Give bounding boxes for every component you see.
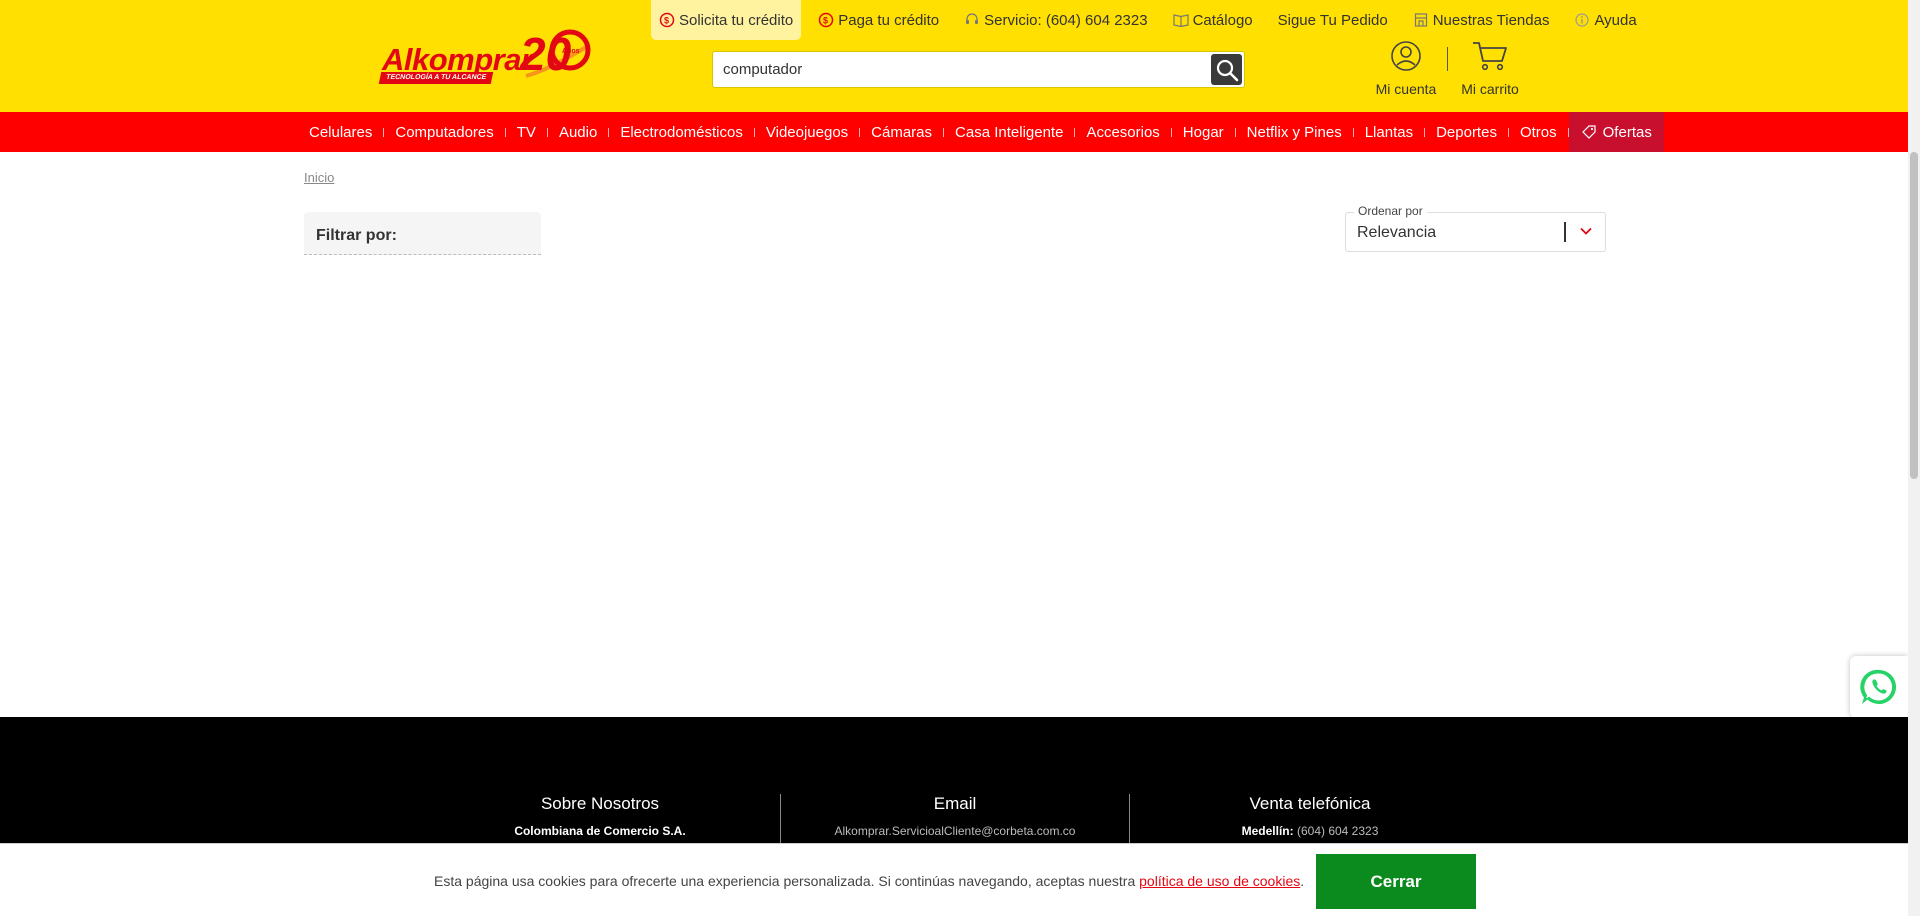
category-electrodomesticos[interactable]: Electrodomésticos [609, 112, 754, 152]
footer-email: Email Alkomprar.ServicioalCliente@corbet… [805, 794, 1105, 838]
alkomprar-logo[interactable]: Alkomprar TECNOLOGÍA A TU ALCANCE 20 Año… [378, 28, 594, 86]
footer-phone-title: Venta telefónica [1249, 794, 1371, 813]
search-input[interactable] [723, 52, 1193, 87]
cookie-suffix: . [1300, 873, 1305, 889]
category-ofertas[interactable]: Ofertas [1568, 112, 1664, 152]
tag-icon [1581, 125, 1596, 139]
category-label: Netflix y Pines [1246, 123, 1342, 141]
catalog-book-icon [1172, 12, 1189, 28]
whatsapp-button[interactable] [1850, 656, 1908, 718]
my-cart-label: Mi carrito [1461, 81, 1519, 97]
cart-icon [1473, 42, 1507, 71]
headset-icon [964, 12, 980, 28]
whatsapp-icon [1860, 669, 1897, 704]
search-icon [1216, 59, 1238, 81]
category-label: Audio [558, 123, 598, 141]
credit-coin-icon: $ [818, 12, 834, 28]
category-casa-inteligente[interactable]: Casa Inteligente [944, 112, 1074, 152]
filter-title: Filtrar por: [316, 227, 397, 244]
category-tv[interactable]: TV [506, 112, 547, 152]
category-label: TV [516, 123, 536, 141]
category-label: Computadores [395, 123, 494, 141]
site-header: Alkomprar TECNOLOGÍA A TU ALCANCE 20 Año… [0, 0, 1908, 112]
top-link-label: Servicio: (604) 604 2323 [984, 11, 1148, 29]
top-link-label: Solicita tu crédito [679, 11, 794, 29]
header-divider [1447, 47, 1448, 71]
svg-text:$: $ [664, 16, 669, 26]
footer-email-link[interactable]: Alkomprar.ServicioalCliente@corbeta.com.… [805, 824, 1105, 838]
my-cart-button[interactable]: Mi carrito [1456, 40, 1524, 97]
breadcrumb-home[interactable]: Inicio [304, 170, 334, 185]
category-accesorios[interactable]: Accesorios [1075, 112, 1170, 152]
category-label: Ofertas [1602, 123, 1652, 141]
cookie-banner: Esta página usa cookies para ofrecerte u… [0, 843, 1908, 916]
top-link-catalogo[interactable]: Catálogo [1165, 0, 1261, 40]
sort-divider [1564, 222, 1566, 242]
top-link-label: Ayuda [1594, 11, 1637, 29]
category-label: Llantas [1364, 123, 1414, 141]
top-link-nuestras-tiendas[interactable]: Nuestras Tiendas [1405, 0, 1558, 40]
top-links: $ Solicita tu crédito $ Paga tu crédito … [651, 0, 1654, 40]
category-llantas[interactable]: Llantas [1354, 112, 1424, 152]
category-netflix-y-pines[interactable]: Netflix y Pines [1236, 112, 1353, 152]
category-label: Hogar [1182, 123, 1224, 141]
top-link-label: Paga tu crédito [838, 11, 940, 29]
category-nav: Celulares Computadores TV Audio Electrod… [0, 112, 1908, 152]
my-account-button[interactable]: Mi cuenta [1372, 40, 1440, 97]
category-label: Cámaras [871, 123, 933, 141]
footer-phone-city: Medellín: [1241, 824, 1294, 838]
search-button[interactable] [1211, 54, 1242, 85]
help-icon [1574, 12, 1590, 28]
logo-tagline: TECNOLOGÍA A TU ALCANCE [378, 72, 494, 84]
category-list: Celulares Computadores TV Audio Electrod… [298, 112, 1664, 152]
top-link-paga-credito[interactable]: $ Paga tu crédito [810, 0, 947, 40]
footer-phone-number[interactable]: (604) 604 2323 [1297, 824, 1378, 838]
chevron-down-icon [1580, 227, 1592, 235]
svg-text:$: $ [823, 16, 828, 26]
top-link-label: Nuestras Tiendas [1432, 11, 1550, 29]
footer-phone: Venta telefónica Medellín: (604) 604 232… [1190, 794, 1430, 838]
category-label: Accesorios [1086, 123, 1160, 141]
top-link-servicio[interactable]: Servicio: (604) 604 2323 [956, 0, 1155, 40]
anniversary-20-icon: 20 Años [519, 28, 591, 80]
top-link-solicita-credito[interactable]: $ Solicita tu crédito [651, 0, 802, 40]
store-icon [1413, 12, 1429, 28]
search-bar [712, 51, 1245, 88]
category-celulares[interactable]: Celulares [298, 112, 383, 152]
category-computadores[interactable]: Computadores [384, 112, 504, 152]
top-link-ayuda[interactable]: Ayuda [1566, 0, 1644, 40]
filter-panel: Filtrar por: [304, 212, 541, 255]
sort-select[interactable]: Ordenar por Relevancia [1345, 204, 1606, 252]
category-deportes[interactable]: Deportes [1425, 112, 1508, 152]
top-link-label: Catálogo [1192, 11, 1253, 29]
category-label: Otros [1519, 123, 1557, 141]
cookie-policy-link[interactable]: política de uso de cookies [1139, 873, 1300, 889]
footer-email-title: Email [933, 794, 977, 813]
cookie-close-button[interactable]: Cerrar [1316, 854, 1476, 909]
category-label: Videojuegos [765, 123, 849, 141]
category-otros[interactable]: Otros [1509, 112, 1568, 152]
footer-about-text: Colombiana de Comercio S.A. [514, 824, 686, 838]
category-label: Electrodomésticos [620, 123, 743, 141]
page-scrollbar[interactable] [1908, 0, 1920, 916]
anniversary-word: Años [562, 48, 580, 55]
my-account-label: Mi cuenta [1375, 81, 1437, 97]
user-icon [1391, 41, 1421, 71]
footer-about: Sobre Nosotros Colombiana de Comercio S.… [480, 794, 720, 838]
credit-coin-icon: $ [659, 12, 675, 28]
category-hogar[interactable]: Hogar [1172, 112, 1235, 152]
category-audio[interactable]: Audio [548, 112, 608, 152]
category-label: Celulares [309, 123, 373, 141]
category-label: Deportes [1436, 123, 1497, 141]
top-link-sigue-pedido[interactable]: Sigue Tu Pedido [1270, 0, 1396, 40]
sort-value: Relevancia [1357, 224, 1437, 241]
scrollbar-thumb[interactable] [1910, 152, 1918, 479]
category-videojuegos[interactable]: Videojuegos [755, 112, 859, 152]
top-link-label: Sigue Tu Pedido [1277, 11, 1388, 29]
footer-about-title: Sobre Nosotros [540, 794, 660, 813]
cookie-message: Esta página usa cookies para ofrecerte u… [434, 873, 1136, 889]
category-label: Casa Inteligente [955, 123, 1064, 141]
category-camaras[interactable]: Cámaras [860, 112, 943, 152]
sort-legend: Ordenar por [1354, 204, 1427, 218]
